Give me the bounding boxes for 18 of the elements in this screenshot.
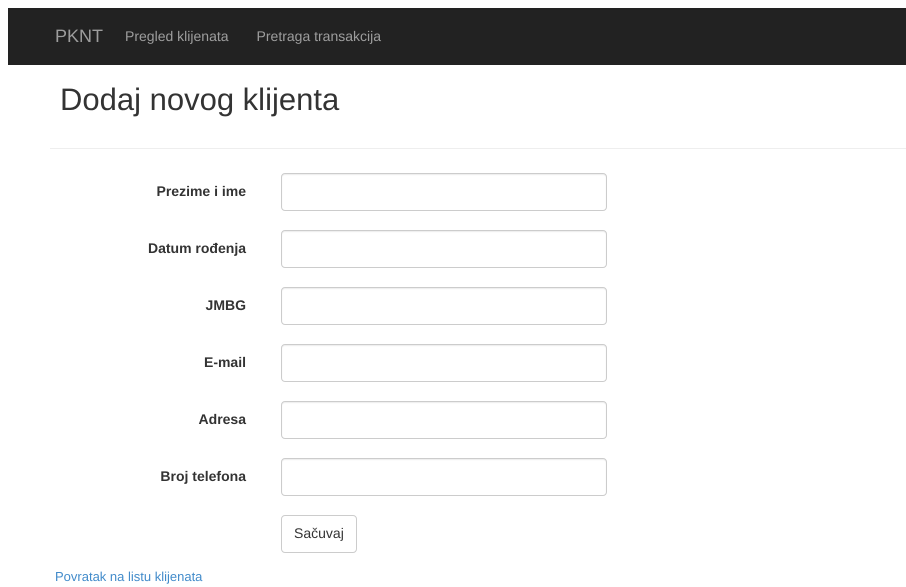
brand-link[interactable]: PKNT — [55, 23, 104, 50]
input-field[interactable] — [281, 286, 607, 325]
back-link[interactable]: Povratak na listu klijenata — [55, 566, 906, 586]
field-label: Broj telefona — [159, 467, 246, 486]
input-field[interactable] — [281, 172, 607, 211]
field-label: JMBG — [204, 296, 246, 316]
save-button[interactable]: Sačuvaj — [281, 514, 357, 553]
input-field[interactable] — [281, 344, 607, 382]
field-label: E-mail — [202, 353, 246, 372]
input-field[interactable] — [281, 400, 607, 439]
input-field[interactable] — [281, 230, 607, 268]
nav-link[interactable]: Pretraga transakcija — [256, 26, 382, 47]
page-title: Dodaj novog klijenta — [60, 81, 340, 119]
field-label: Datum rođenja — [146, 239, 246, 258]
field-label: Adresa — [198, 410, 246, 430]
field-label: Prezime i ime — [156, 182, 246, 202]
input-field[interactable] — [281, 458, 607, 496]
nav-link[interactable]: Pregled klijenata — [125, 26, 229, 47]
